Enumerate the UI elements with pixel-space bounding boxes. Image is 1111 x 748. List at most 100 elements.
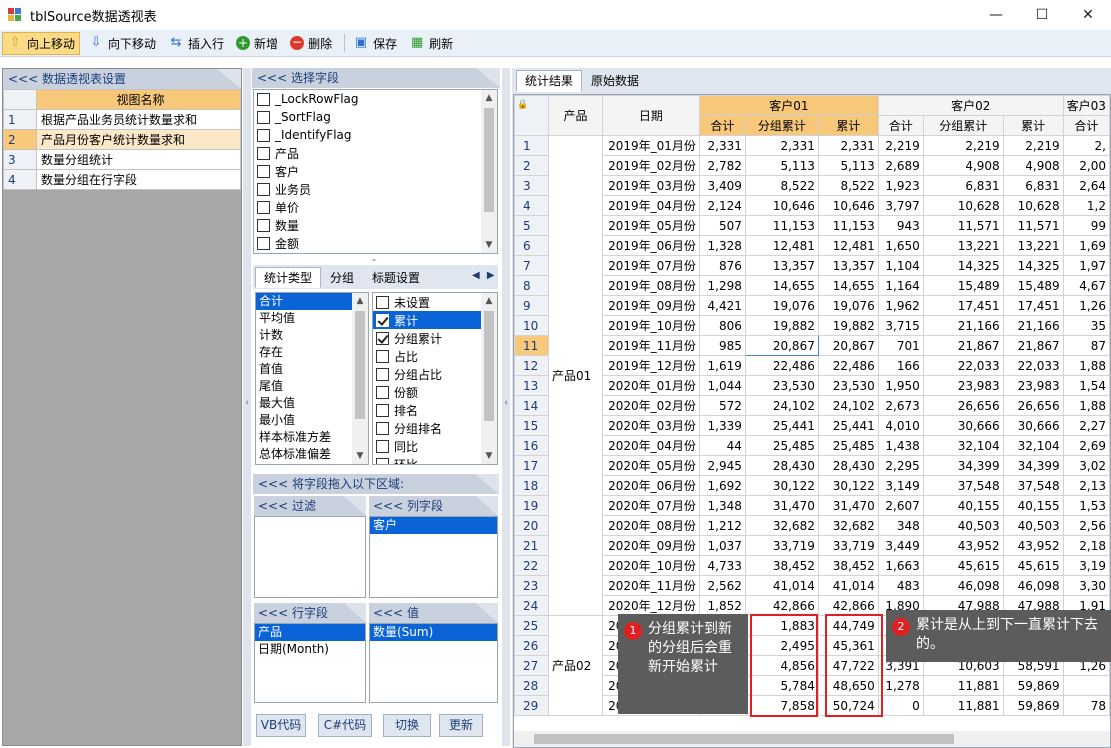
value-cell[interactable]: 806 (698, 315, 746, 336)
value-cell[interactable]: 0 (877, 695, 924, 716)
value-cell[interactable]: 1,212 (698, 515, 746, 536)
value-cell[interactable]: 24,102 (817, 395, 879, 416)
value-cell[interactable]: 2,18 (1062, 535, 1110, 556)
value-cell[interactable]: 2,13 (1062, 475, 1110, 496)
row-header[interactable]: 26 (514, 635, 549, 656)
value-cell[interactable]: 13,221 (1002, 235, 1064, 256)
table-row[interactable]: 17 2020年_05月份 2,945 28,430 28,430 2,295 34,399… (514, 455, 1110, 476)
checkbox[interactable] (257, 110, 270, 124)
value-cell[interactable]: 1,54 (1062, 375, 1110, 396)
row-header[interactable]: 7 (514, 255, 549, 276)
stat-option-item[interactable]: 份额 (373, 383, 497, 401)
stat-option-item[interactable]: 环比 (373, 455, 497, 464)
value-cell[interactable]: 41,014 (817, 575, 879, 596)
value-cell[interactable]: 34,399 (922, 455, 1004, 476)
refresh-button[interactable]: ▦ 刷新 (405, 32, 457, 55)
value-cell[interactable]: 19,076 (817, 295, 879, 316)
table-row[interactable]: 21 2020年_09月份 1,037 33,719 33,719 3,449 43,952… (514, 535, 1110, 556)
value-cell[interactable]: 30,122 (817, 475, 879, 496)
checkbox[interactable] (376, 331, 389, 345)
value-cell[interactable]: 876 (698, 255, 746, 276)
value-cell[interactable]: 11,153 (744, 215, 819, 236)
value-cell[interactable]: 1,104 (877, 255, 924, 276)
field-list-scrollbar[interactable]: ▲ ▼ (481, 90, 497, 253)
value-cell[interactable]: 30,666 (1002, 415, 1064, 436)
table-row[interactable]: 2 2019年_02月份 2,782 5,113 5,113 2,689 4,908 4,90… (514, 155, 1110, 176)
value-cell[interactable]: 3,30 (1062, 575, 1110, 596)
value-cell[interactable]: 40,155 (1002, 495, 1064, 516)
value-cell[interactable]: 46,098 (1002, 575, 1064, 596)
stat-option-item[interactable]: 分组排名 (373, 419, 497, 437)
value-cell[interactable]: 78 (1062, 695, 1110, 716)
value-cell[interactable]: 1,962 (877, 295, 924, 316)
tab-next-icon[interactable]: ▶ (487, 270, 495, 281)
value-cell[interactable]: 10,628 (922, 195, 1004, 216)
checkbox[interactable] (257, 128, 270, 142)
stat-option-item[interactable]: 累计 (373, 311, 497, 329)
row-header[interactable]: 5 (514, 215, 549, 236)
value-cell[interactable]: 2,607 (877, 495, 924, 516)
table-row[interactable]: 13 2020年_01月份 1,044 23,530 23,530 1,950 23,983… (514, 375, 1110, 396)
value-cell[interactable]: 33,719 (744, 535, 819, 556)
value-field-item[interactable]: 数量(Sum) (370, 624, 497, 641)
value-cell[interactable]: 943 (877, 215, 924, 236)
view-name-cell[interactable]: 根据产品业务员统计数量求和 (36, 109, 241, 130)
date-cell[interactable]: 2019年_08月份 (601, 275, 700, 296)
row-header[interactable]: 2 (514, 155, 549, 176)
maximize-button[interactable]: ☐ (1019, 0, 1065, 30)
value-cell[interactable]: 14,325 (1002, 255, 1064, 276)
field-item[interactable]: 客户 (254, 162, 497, 180)
date-cell[interactable]: 2020年_11月份 (601, 575, 700, 596)
subcol-header[interactable]: 累计 (817, 115, 879, 136)
table-row[interactable]: 8 2019年_08月份 1,298 14,655 14,655 1,164 15,489 1… (514, 275, 1110, 296)
value-cell[interactable]: 40,155 (922, 495, 1004, 516)
value-cell[interactable]: 1,619 (698, 355, 746, 376)
stat-option-list[interactable]: 未设置 累计 分组累计 占比 分组占比 份额 排名 分组排名 同比 环比 ▲ ▼ (372, 292, 498, 465)
row-header[interactable]: 9 (514, 295, 549, 316)
collapse-left-icon[interactable]: ‹ (243, 393, 251, 413)
row-header[interactable]: 25 (514, 615, 549, 636)
table-row[interactable]: 15 2020年_03月份 1,339 25,441 25,441 4,010 30,666… (514, 415, 1110, 436)
checkbox[interactable] (257, 200, 270, 214)
value-cell[interactable]: 6,831 (922, 175, 1004, 196)
value-cell[interactable]: 42,866 (817, 595, 879, 616)
value-cell[interactable]: 30,122 (744, 475, 819, 496)
value-cell[interactable]: 23,983 (1002, 375, 1064, 396)
value-cell[interactable]: 37,548 (922, 475, 1004, 496)
value-cell[interactable]: 2,56 (1062, 515, 1110, 536)
stat-option-item[interactable]: 分组占比 (373, 365, 497, 383)
value-cell[interactable]: 1,164 (877, 275, 924, 296)
value-cell[interactable]: 2,64 (1062, 175, 1110, 196)
value-cell[interactable]: 32,104 (1002, 435, 1064, 456)
date-cell[interactable]: 2019年_10月份 (601, 315, 700, 336)
collapse-down-icon[interactable]: ⌄ (366, 255, 382, 263)
value-cell[interactable]: 1,037 (698, 535, 746, 556)
value-cell[interactable]: 2,219 (922, 135, 1004, 156)
value-cell[interactable]: 40,503 (922, 515, 1004, 536)
field-item[interactable]: 业务员 (254, 180, 497, 198)
value-cell[interactable]: 3,19 (1062, 555, 1110, 576)
row-header[interactable]: 19 (514, 495, 549, 516)
subcol-header[interactable]: 合计 (877, 115, 924, 136)
table-row[interactable]: 23 2020年_11月份 2,562 41,014 41,014 483 46,098 46… (514, 575, 1110, 596)
value-cell[interactable]: 2,673 (877, 395, 924, 416)
tab-stat-type[interactable]: 统计类型 (255, 267, 322, 288)
field-list[interactable]: _LockRowFlag _SortFlag _IdentifyFlag 产品 客户 业务… (253, 89, 498, 254)
field-item[interactable]: 单价 (254, 198, 497, 216)
value-cell[interactable]: 572 (698, 395, 746, 416)
value-cell[interactable]: 1,278 (877, 675, 924, 696)
value-cell[interactable]: 22,033 (1002, 355, 1064, 376)
subcol-header[interactable]: 分组累计 (922, 115, 1004, 136)
value-cell[interactable]: 8,522 (817, 175, 879, 196)
date-cell[interactable]: 2019年_11月份 (601, 335, 700, 356)
row-header[interactable]: 13 (514, 375, 549, 396)
date-header[interactable]: 日期 (601, 95, 700, 136)
table-row[interactable]: 7 2019年_07月份 876 13,357 13,357 1,104 14,325 14,… (514, 255, 1110, 276)
value-cell[interactable]: 15,489 (1002, 275, 1064, 296)
row-header[interactable]: 16 (514, 435, 549, 456)
value-cell[interactable]: 1,950 (877, 375, 924, 396)
scroll-thumb[interactable] (484, 108, 494, 212)
date-cell[interactable]: 2020年_02月份 (601, 395, 700, 416)
customer-header[interactable]: 客户03 (1062, 95, 1110, 116)
scroll-thumb[interactable] (355, 311, 365, 419)
